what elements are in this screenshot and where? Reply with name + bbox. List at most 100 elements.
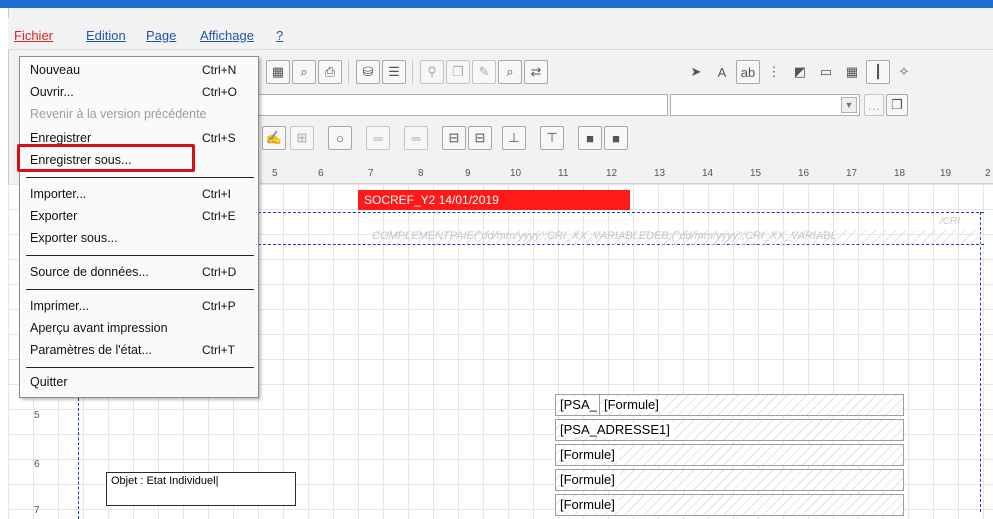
page-margin-right <box>980 212 981 512</box>
magic-icon[interactable]: ✧ <box>892 60 916 84</box>
align-top-icon[interactable]: ⊤ <box>540 126 564 150</box>
pointer-icon[interactable]: ➤ <box>684 60 708 84</box>
shortcut-label: Ctrl+D <box>202 265 237 279</box>
menu-item-imprimer[interactable]: Imprimer... <box>30 299 89 313</box>
vertical-text-icon[interactable]: ⋮ <box>762 60 786 84</box>
menu-item-enregistrer-sous[interactable]: Enregistrer sous... <box>30 153 131 167</box>
text-icon[interactable]: ab <box>736 60 760 84</box>
menu-item-quitter[interactable]: Quitter <box>30 375 68 389</box>
shortcut-label: Ctrl+I <box>202 187 232 201</box>
ruler-tick: 12 <box>606 168 618 179</box>
socref-field[interactable]: SOCREF_Y2 14/01/2019 <box>358 190 630 210</box>
ruler-tick: 5 <box>272 168 278 179</box>
ruler-tick: 8 <box>418 168 424 179</box>
bring-front-icon[interactable]: ■ <box>578 126 602 150</box>
menu-affichage[interactable]: Affichage <box>200 28 254 43</box>
menu-separator <box>26 255 254 256</box>
style-combo[interactable]: ▼ <box>670 94 860 116</box>
menu-bar: Fichier Edition Page Affichage ? <box>8 18 993 50</box>
fill-color-icon[interactable]: ✍ <box>262 126 286 150</box>
field-psa-adresse1[interactable]: [PSA_ADRESSE1] <box>555 419 904 441</box>
application-window: Fichier Edition Page Affichage ? ▦ ⌕ ⎙ ⛁… <box>0 0 993 519</box>
toolbar-separator <box>348 60 349 84</box>
ruler-tick: 9 <box>465 168 471 179</box>
field-formule[interactable]: [Formule] <box>555 444 904 466</box>
chart-icon[interactable]: ┃ <box>866 60 890 84</box>
page-margin-left <box>78 398 79 519</box>
toolbar-separator <box>412 60 413 84</box>
font-size-icon[interactable]: A <box>710 60 734 84</box>
database-icon[interactable]: ⛁ <box>356 60 380 84</box>
ruler-tick: 19 <box>940 168 952 179</box>
ruler-tick: 16 <box>798 168 810 179</box>
border-icon[interactable]: ⊞ <box>290 126 314 150</box>
print-icon[interactable]: ⎙ <box>318 60 342 84</box>
field-formule[interactable]: [Formule] <box>599 394 904 416</box>
ruler-tick: 2 <box>985 168 991 179</box>
toolbar-row-3: ✍ ⊞ ○ ═ ═ ⊟ ⊟ ⊥ ⊤ ■ ■ <box>260 122 993 154</box>
shortcut-label: Ctrl+S <box>202 131 236 145</box>
ruler-tick: 6 <box>318 168 324 179</box>
circle-icon[interactable]: ○ <box>328 126 352 150</box>
band-border <box>258 212 984 213</box>
ruler-tick: 13 <box>654 168 666 179</box>
left-ruler-tick: 5 <box>34 410 40 421</box>
image-icon[interactable]: ▭ <box>814 60 838 84</box>
menu-item-exporter[interactable]: Exporter <box>30 209 77 223</box>
ghost-field-small[interactable]: /CRI <box>940 216 960 227</box>
grid-icon[interactable]: ▦ <box>266 60 290 84</box>
menu-item-revenir: Revenir à la version précédente <box>30 107 207 121</box>
more-icon[interactable]: … <box>864 94 884 116</box>
ruler-tick: 15 <box>750 168 762 179</box>
shortcut-label: Ctrl+O <box>202 85 238 99</box>
list-icon[interactable]: ☰ <box>382 60 406 84</box>
send-back-icon[interactable]: ■ <box>604 126 628 150</box>
search-icon[interactable]: ⌕ <box>498 60 522 84</box>
menu-item-enregistrer[interactable]: Enregistrer <box>30 131 91 145</box>
menu-fichier[interactable]: Fichier <box>14 28 53 43</box>
table-icon[interactable]: ▦ <box>840 60 864 84</box>
horizontal-ruler: 5 6 7 8 9 10 11 12 13 14 15 16 17 18 19 … <box>260 160 993 184</box>
menu-item-parametres[interactable]: Paramètres de l'état... <box>30 343 152 357</box>
menu-item-source-donnees[interactable]: Source de données... <box>30 265 149 279</box>
menu-separator <box>26 367 254 368</box>
menu-item-exporter-sous[interactable]: Exporter sous... <box>30 231 118 245</box>
shortcut-label: Ctrl+N <box>202 63 237 77</box>
left-ruler-tick: 6 <box>34 459 40 470</box>
copy-icon[interactable]: ❐ <box>446 60 470 84</box>
ruler-tick: 11 <box>558 168 569 179</box>
apply-icon[interactable]: ❐ <box>886 94 908 116</box>
zoom-icon[interactable]: ⌕ <box>292 60 316 84</box>
brush-icon[interactable]: ✎ <box>472 60 496 84</box>
link-icon[interactable]: ⚲ <box>420 60 444 84</box>
line-style-icon[interactable]: ═ <box>366 126 390 150</box>
menu-item-apercu[interactable]: Aperçu avant impression <box>30 321 168 335</box>
frame2-icon[interactable]: ⊟ <box>468 126 492 150</box>
ruler-tick: 7 <box>368 168 374 179</box>
menu-edition[interactable]: Edition <box>86 28 126 43</box>
menu-page[interactable]: Page <box>146 28 176 43</box>
formula-field[interactable]: COMPLEMENTPAIE("dd/mm/yyyy";CRI_XX_VARIA… <box>372 230 982 246</box>
shortcut-label: Ctrl+E <box>202 209 236 223</box>
field-psa[interactable]: [PSA_ <box>555 394 603 416</box>
font-combo[interactable] <box>258 94 668 116</box>
field-formule[interactable]: [Formule] <box>555 469 904 491</box>
menu-separator <box>26 289 254 290</box>
menu-separator <box>26 177 254 178</box>
shortcut-label: Ctrl+P <box>202 299 236 313</box>
object-textbox[interactable]: Objet : Etat Individuel| <box>106 472 296 506</box>
field-formule[interactable]: [Formule] <box>555 494 904 516</box>
menu-help[interactable]: ? <box>276 28 283 43</box>
left-ruler-tick: 7 <box>34 505 40 516</box>
menu-item-nouveau[interactable]: Nouveau <box>30 63 80 77</box>
frame-icon[interactable]: ⊟ <box>442 126 466 150</box>
fichier-dropdown-menu: Nouveau Ctrl+N Ouvrir... Ctrl+O Revenir … <box>19 56 259 398</box>
menu-item-ouvrir[interactable]: Ouvrir... <box>30 85 74 99</box>
align-bottom-icon[interactable]: ⊥ <box>502 126 526 150</box>
menu-item-importer[interactable]: Importer... <box>30 187 86 201</box>
title-bar <box>0 0 993 8</box>
line-width-icon[interactable]: ═ <box>404 126 428 150</box>
ruler-tick: 18 <box>894 168 906 179</box>
shape-icon[interactable]: ◩ <box>788 60 812 84</box>
replace-icon[interactable]: ⇄ <box>524 60 548 84</box>
